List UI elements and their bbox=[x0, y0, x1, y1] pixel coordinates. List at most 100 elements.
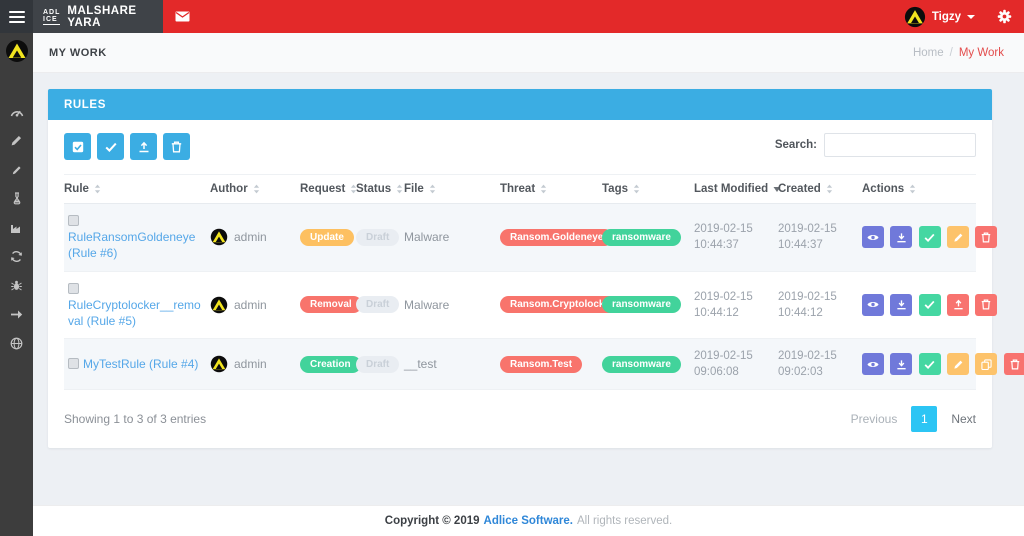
approve-action-button[interactable] bbox=[919, 294, 941, 316]
request-badge: Creation bbox=[300, 356, 361, 373]
sidebar-item-industry[interactable] bbox=[0, 213, 33, 242]
delete-selected-button[interactable] bbox=[163, 133, 190, 160]
download-icon bbox=[896, 232, 907, 243]
column-header-tags[interactable]: Tags bbox=[602, 175, 694, 204]
rule-link[interactable]: MyTestRule (Rule #4) bbox=[83, 357, 198, 371]
approve-action-button[interactable] bbox=[919, 226, 941, 248]
last-modified-cell: 2019-02-1510:44:37 bbox=[694, 221, 772, 253]
search-input[interactable] bbox=[824, 133, 976, 157]
threat-badge: Ransom.Goldeneye bbox=[500, 229, 613, 246]
gear-icon[interactable] bbox=[997, 9, 1012, 24]
sidebar-item-export[interactable] bbox=[0, 300, 33, 329]
column-header-author[interactable]: Author bbox=[210, 175, 300, 204]
status-badge: Draft bbox=[356, 229, 399, 246]
dashboard-gauge-icon bbox=[10, 105, 24, 118]
copy-action-button[interactable] bbox=[975, 353, 997, 375]
column-header-rule[interactable]: Rule bbox=[64, 175, 210, 204]
eye-icon bbox=[867, 360, 879, 369]
edit-action-button[interactable] bbox=[947, 353, 969, 375]
page-title: MY WORK bbox=[49, 47, 107, 59]
brand-logo[interactable]: ADL ICE MALSHARE YARA bbox=[33, 0, 163, 33]
last-modified-cell: 2019-02-1510:44:12 bbox=[694, 289, 772, 321]
author-avatar bbox=[210, 296, 228, 314]
sidebar-item-write[interactable] bbox=[0, 155, 33, 184]
check-icon bbox=[924, 233, 935, 242]
approve-action-button[interactable] bbox=[919, 353, 941, 375]
upload-action-button[interactable] bbox=[947, 294, 969, 316]
flask-icon bbox=[11, 192, 23, 205]
author-name: admin bbox=[234, 230, 267, 244]
sidebar-item-sync[interactable] bbox=[0, 242, 33, 271]
sidebar-item-bugs[interactable] bbox=[0, 271, 33, 300]
company-link[interactable]: Adlice Software. bbox=[484, 515, 573, 527]
trash-icon bbox=[1010, 359, 1020, 370]
sidebar-item-lab[interactable] bbox=[0, 184, 33, 213]
sort-icon bbox=[909, 184, 916, 194]
row-checkbox[interactable] bbox=[68, 283, 79, 294]
tag-badge: ransomware bbox=[602, 296, 681, 313]
rules-table: Rule Author Request Status File Threat T… bbox=[64, 174, 976, 390]
table-row: RuleRansomGoldeneye (Rule #6) admin Upda… bbox=[64, 204, 976, 272]
sidebar-item-edit[interactable] bbox=[0, 126, 33, 155]
upload-selected-button[interactable] bbox=[130, 133, 157, 160]
copyright-text: Copyright © 2019 bbox=[385, 515, 480, 527]
industry-chart-icon bbox=[10, 222, 23, 234]
author-name: admin bbox=[234, 298, 267, 312]
breadcrumb-home[interactable]: Home bbox=[913, 47, 944, 59]
pencil-icon bbox=[953, 232, 964, 243]
rule-link[interactable]: RuleRansomGoldeneye (Rule #6) bbox=[68, 230, 195, 260]
check-icon bbox=[924, 360, 935, 369]
check-icon bbox=[924, 300, 935, 309]
panel-title: RULES bbox=[48, 89, 992, 120]
check-square-icon bbox=[72, 141, 84, 153]
globe-icon bbox=[10, 337, 23, 350]
user-menu[interactable]: Tigzy bbox=[904, 6, 975, 28]
download-action-button[interactable] bbox=[890, 226, 912, 248]
column-header-request[interactable]: Request bbox=[300, 175, 356, 204]
column-header-created[interactable]: Created bbox=[778, 175, 862, 204]
row-checkbox[interactable] bbox=[68, 215, 79, 226]
column-header-threat[interactable]: Threat bbox=[500, 175, 602, 204]
delete-action-button[interactable] bbox=[975, 294, 997, 316]
request-badge: Update bbox=[300, 229, 354, 246]
pagination-page-1[interactable]: 1 bbox=[911, 406, 937, 432]
top-bar: ADL ICE MALSHARE YARA Tigzy bbox=[0, 0, 1024, 33]
sidebar-avatar[interactable] bbox=[5, 39, 29, 63]
sidebar-item-web[interactable] bbox=[0, 329, 33, 358]
envelope-icon[interactable] bbox=[175, 11, 190, 22]
download-action-button[interactable] bbox=[890, 294, 912, 316]
select-all-button[interactable] bbox=[64, 133, 91, 160]
rule-link[interactable]: RuleCryptolocker__removal (Rule #5) bbox=[68, 298, 201, 328]
approve-selected-button[interactable] bbox=[97, 133, 124, 160]
brand-name: MALSHARE YARA bbox=[67, 5, 163, 29]
last-modified-cell: 2019-02-1509:06:08 bbox=[694, 348, 772, 380]
trash-icon bbox=[981, 299, 991, 310]
column-header-status[interactable]: Status bbox=[356, 175, 404, 204]
file-cell: Malware bbox=[404, 204, 500, 272]
author-name: admin bbox=[234, 357, 267, 371]
pagination-previous[interactable]: Previous bbox=[851, 412, 898, 426]
column-header-actions[interactable]: Actions bbox=[862, 175, 976, 204]
view-action-button[interactable] bbox=[862, 294, 884, 316]
download-action-button[interactable] bbox=[890, 353, 912, 375]
pagination-next[interactable]: Next bbox=[951, 412, 976, 426]
delete-action-button[interactable] bbox=[1004, 353, 1024, 375]
delete-action-button[interactable] bbox=[975, 226, 997, 248]
column-header-last-modified[interactable]: Last Modified bbox=[694, 175, 778, 204]
edit-action-button[interactable] bbox=[947, 226, 969, 248]
pagination: Previous 1 Next bbox=[851, 406, 976, 432]
view-action-button[interactable] bbox=[862, 353, 884, 375]
created-cell: 2019-02-1510:44:37 bbox=[778, 221, 856, 253]
tag-badge: ransomware bbox=[602, 356, 681, 373]
row-checkbox[interactable] bbox=[68, 358, 79, 369]
page-footer: Copyright © 2019 Adlice Software. All ri… bbox=[33, 505, 1024, 536]
column-header-file[interactable]: File bbox=[404, 175, 500, 204]
sort-icon bbox=[540, 184, 547, 194]
sidebar-item-dashboard[interactable] bbox=[0, 97, 33, 126]
menu-icon[interactable] bbox=[0, 0, 33, 33]
breadcrumb-separator: / bbox=[950, 47, 953, 59]
breadcrumb: Home / My Work bbox=[913, 47, 1004, 59]
view-action-button[interactable] bbox=[862, 226, 884, 248]
sidebar bbox=[0, 33, 33, 536]
chevron-down-icon bbox=[967, 15, 975, 19]
